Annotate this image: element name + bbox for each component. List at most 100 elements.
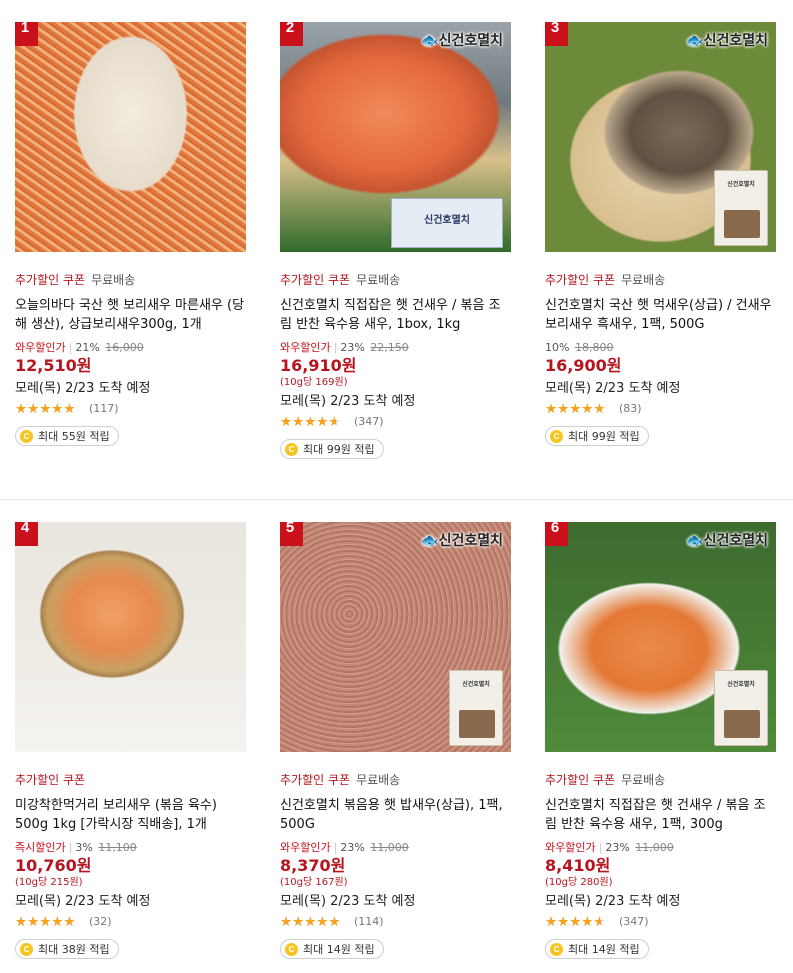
star-rating-icon: ★★★★★ ★★★★★: [15, 915, 85, 929]
review-count[interactable]: (347): [619, 915, 649, 929]
product-card[interactable]: 1 추가할인 쿠폰 무료배송 오늘의바다 국산 햇 보리새우 마른새우 (당해 생산)…: [15, 22, 247, 446]
discount-rate: 23%: [340, 841, 365, 854]
sale-price: 16,900원: [545, 356, 622, 375]
brand-logo: 🐟신건호멸치: [421, 530, 503, 550]
original-price: 16,000: [105, 341, 144, 354]
package-window: [459, 710, 495, 738]
discount-label: 즉시할인가: [15, 841, 66, 854]
sale-price: 12,510원: [15, 356, 92, 375]
separator: |: [598, 841, 603, 854]
review-count[interactable]: (117): [89, 402, 119, 416]
discount-label: 와우할인가: [280, 841, 331, 854]
product-title[interactable]: 신건호멸치 직접잡은 햇 건새우 / 볶음 조림 반찬 육수용 새우, 1팩, …: [545, 796, 777, 834]
free-shipping-badge: 무료배송: [621, 273, 666, 287]
reward-badge: C 최대 99원 적립: [280, 439, 384, 459]
delivery-estimate: 모레(목) 2/23 도착 예정: [15, 894, 151, 909]
product-image[interactable]: 6 🐟신건호멸치 신건호멸치: [545, 522, 776, 752]
reward-badge: C 최대 99원 적립: [545, 426, 649, 446]
product-package: 신건호멸치: [714, 170, 768, 246]
reward-badge: C 최대 38원 적립: [15, 939, 119, 959]
review-count[interactable]: (114): [354, 915, 384, 929]
coupon-badge: 추가할인 쿠폰: [15, 773, 86, 787]
delivery-estimate: 모레(목) 2/23 도착 예정: [280, 394, 416, 409]
discount-rate: 3%: [75, 841, 93, 854]
rank-badge: 3: [545, 22, 568, 46]
product-package: 신건호멸치: [449, 670, 503, 746]
original-price: 22,150: [370, 341, 409, 354]
product-card[interactable]: 6 🐟신건호멸치 신건호멸치 추가할인 쿠폰 무료배송 신건호멸치 직접잡은 햇 건새우 …: [545, 522, 777, 959]
free-shipping-badge: 무료배송: [356, 773, 401, 787]
product-image[interactable]: 3 🐟신건호멸치 신건호멸치: [545, 22, 776, 252]
discount-row: 즉시할인가 | 3% 11,100: [15, 840, 247, 855]
stars-filled: ★★★★★: [545, 402, 606, 416]
product-title[interactable]: 신건호멸치 국산 햇 먹새우(상급) / 건새우 보리새우 흑새우, 1팩, 5…: [545, 296, 777, 334]
stars-filled: ★★★★★: [280, 915, 341, 929]
product-image[interactable]: 4: [15, 522, 246, 752]
discount-rate: 23%: [605, 841, 630, 854]
rating: ★★★★★ ★★★★★ (347): [545, 915, 777, 929]
brand-logo-text: 신건호멸치: [703, 33, 768, 49]
product-image[interactable]: 1: [15, 22, 246, 252]
rating: ★★★★★ ★★★★★ (114): [280, 915, 512, 929]
fish-icon: 🐟: [686, 33, 704, 49]
review-count[interactable]: (32): [89, 915, 112, 929]
review-count[interactable]: (83): [619, 402, 642, 416]
reward-text: 최대 55원 적립: [38, 430, 110, 443]
discount-row: 와우할인가 | 21% 16,000: [15, 340, 247, 355]
rating: ★★★★★ ★★★★★ (117): [15, 402, 247, 416]
coin-icon: C: [550, 942, 563, 956]
delivery-estimate: 모레(목) 2/23 도착 예정: [280, 894, 416, 909]
product-title[interactable]: 신건호멸치 직접잡은 햇 건새우 / 볶음 조림 반찬 육수용 새우, 1box…: [280, 296, 512, 334]
product-card[interactable]: 4 추가할인 쿠폰미강착한먹거리 보리새우 (볶음 육수) 500g 1kg [가…: [15, 522, 247, 959]
star-rating-icon: ★★★★★ ★★★★★: [545, 402, 615, 416]
free-shipping-badge: 무료배송: [91, 273, 136, 287]
product-package: 신건호멸치: [714, 670, 768, 746]
coupon-badge: 추가할인 쿠폰: [545, 773, 616, 787]
brand-logo-text: 신건호멸치: [703, 533, 768, 549]
reward-text: 최대 99원 적립: [303, 443, 375, 456]
rank-badge: 6: [545, 522, 568, 546]
star-rating-icon: ★★★★★ ★★★★★: [280, 415, 350, 429]
free-shipping-badge: 무료배송: [356, 273, 401, 287]
rating: ★★★★★ ★★★★★ (32): [15, 915, 247, 929]
product-card[interactable]: 5 🐟신건호멸치 신건호멸치 추가할인 쿠폰 무료배송 신건호멸치 볶음용 햇 밥새우(상…: [280, 522, 512, 959]
product-card[interactable]: 3 🐟신건호멸치 신건호멸치 추가할인 쿠폰 무료배송 신건호멸치 국산 햇 먹새우(상급…: [545, 22, 777, 446]
brand-logo: 🐟신건호멸치: [686, 530, 768, 550]
rating: ★★★★★ ★★★★★ (347): [280, 415, 512, 429]
sale-price: 8,410원: [545, 856, 611, 875]
coin-icon: C: [20, 942, 33, 956]
badge-row: 추가할인 쿠폰 무료배송: [545, 772, 777, 788]
product-image[interactable]: 2 🐟신건호멸치 신건호멸치: [280, 22, 511, 252]
box-logo-text: 신건호멸치: [424, 215, 470, 226]
product-image[interactable]: 5 🐟신건호멸치 신건호멸치: [280, 522, 511, 752]
coupon-badge: 추가할인 쿠폰: [280, 773, 351, 787]
badge-row: 추가할인 쿠폰 무료배송: [545, 272, 777, 288]
product-card[interactable]: 2 🐟신건호멸치 신건호멸치 추가할인 쿠폰 무료배송 신건호멸치 직접잡은 햇 건새우 …: [280, 22, 512, 459]
coin-icon: C: [285, 942, 298, 956]
unit-price: (10g당 215원): [15, 877, 83, 888]
brand-logo: 🐟신건호멸치: [686, 30, 768, 50]
rank-badge: 1: [15, 22, 38, 46]
separator: |: [333, 841, 338, 854]
review-count[interactable]: (347): [354, 415, 384, 429]
fish-icon: 🐟: [421, 533, 439, 549]
reward-badge: C 최대 55원 적립: [15, 426, 119, 446]
separator: |: [68, 841, 73, 854]
free-shipping-badge: 무료배송: [621, 773, 666, 787]
product-title[interactable]: 신건호멸치 볶음용 햇 밥새우(상급), 1팩, 500G: [280, 796, 512, 834]
product-photo[interactable]: [15, 522, 246, 752]
brand-logo-text: 신건호멸치: [438, 533, 503, 549]
discount-row: 10% 18,800: [545, 340, 777, 355]
discount-row: 와우할인가 | 23% 11,000: [280, 840, 512, 855]
product-title[interactable]: 미강착한먹거리 보리새우 (볶음 육수) 500g 1kg [가락시장 직배송]…: [15, 796, 247, 834]
product-photo[interactable]: [15, 22, 246, 252]
discount-label: 와우할인가: [545, 841, 596, 854]
rank-badge: 5: [280, 522, 303, 546]
brand-logo-text: 신건호멸치: [438, 33, 503, 49]
separator: |: [333, 341, 338, 354]
original-price: 11,000: [635, 841, 674, 854]
product-title[interactable]: 오늘의바다 국산 햇 보리새우 마른새우 (당해 생산), 상급보리새우300g…: [15, 296, 247, 334]
fish-icon: 🐟: [421, 33, 439, 49]
reward-text: 최대 38원 적립: [38, 943, 110, 956]
package-logo-text: 신건호멸치: [727, 181, 755, 188]
